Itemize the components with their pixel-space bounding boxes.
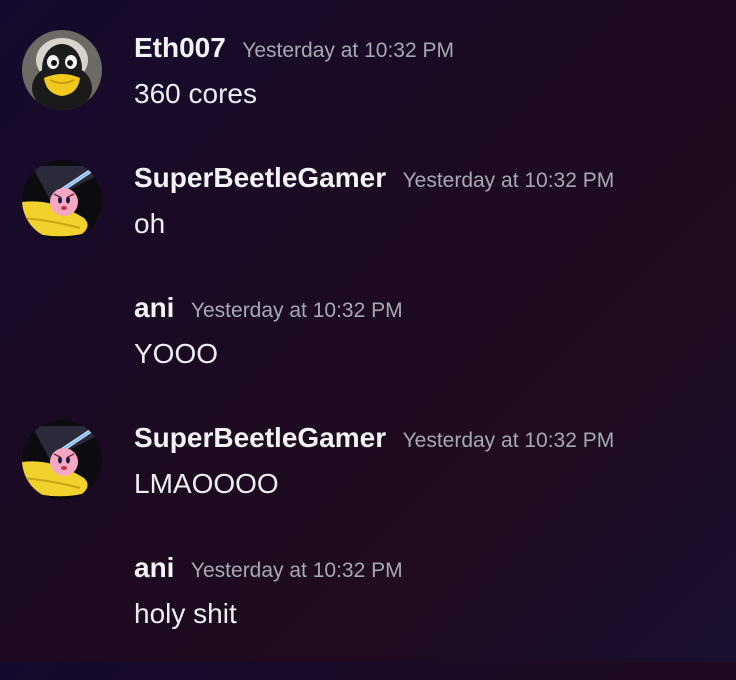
message: SuperBeetleGamer Yesterday at 10:32 PM o… [0, 160, 736, 290]
message-header: SuperBeetleGamer Yesterday at 10:32 PM [134, 422, 614, 454]
penguin-avatar[interactable] [22, 30, 102, 110]
message: ani Yesterday at 10:32 PM holy shit [0, 550, 736, 680]
username[interactable]: SuperBeetleGamer [134, 162, 386, 194]
username[interactable]: Eth007 [134, 32, 226, 64]
message-content: holy shit [134, 598, 237, 629]
timestamp[interactable]: Yesterday at 10:32 PM [242, 39, 454, 63]
timestamp[interactable]: Yesterday at 10:32 PM [191, 299, 403, 323]
username[interactable]: ani [134, 552, 174, 584]
kirby-avatar[interactable] [22, 160, 102, 240]
message: ani Yesterday at 10:32 PM YOOO [0, 290, 736, 420]
kirby-icon [22, 420, 102, 500]
timestamp[interactable]: Yesterday at 10:32 PM [403, 169, 615, 193]
message-header: ani Yesterday at 10:32 PM [134, 552, 403, 584]
message-header: Eth007 Yesterday at 10:32 PM [134, 32, 454, 64]
username[interactable]: ani [134, 292, 174, 324]
kirby-icon [22, 160, 102, 240]
message-content: 360 cores [134, 78, 257, 109]
message-content: YOOO [134, 338, 219, 369]
message-content: LMAOOOO [134, 468, 279, 499]
message-header: SuperBeetleGamer Yesterday at 10:32 PM [134, 162, 614, 194]
timestamp[interactable]: Yesterday at 10:32 PM [191, 559, 403, 583]
kirby-avatar[interactable] [22, 420, 102, 500]
message: Eth007 Yesterday at 10:32 PM 360 cores [0, 30, 736, 160]
username[interactable]: SuperBeetleGamer [134, 422, 386, 454]
message: SuperBeetleGamer Yesterday at 10:32 PM L… [0, 420, 736, 550]
penguin-icon [22, 30, 102, 110]
timestamp[interactable]: Yesterday at 10:32 PM [403, 429, 615, 453]
message-content: oh [134, 208, 166, 239]
message-header: ani Yesterday at 10:32 PM [134, 292, 403, 324]
